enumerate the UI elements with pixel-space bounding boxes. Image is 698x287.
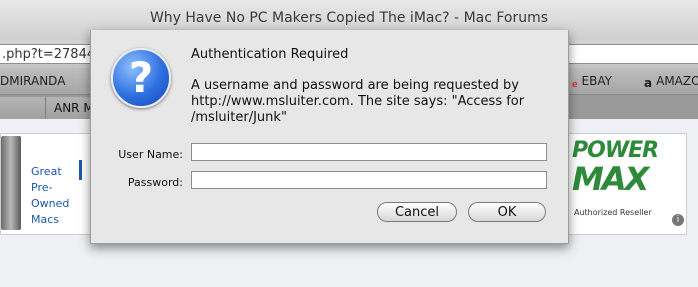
bookmark-ebay[interactable]: e EBAY <box>572 74 612 92</box>
username-label: User Name: <box>118 148 183 161</box>
amazon-icon: a <box>644 76 653 90</box>
reseller-text: Authorized Reseller <box>574 208 652 217</box>
password-field[interactable] <box>191 171 547 189</box>
ebay-icon: e <box>572 80 578 90</box>
divider <box>79 160 82 180</box>
dialog-title: Authentication Required <box>191 47 349 62</box>
ok-button[interactable]: OK <box>468 202 546 222</box>
bookmark-amazon[interactable]: a AMAZO <box>644 74 698 90</box>
promo-line: Great <box>31 165 62 178</box>
bookmark-label: AMAZO <box>656 74 698 88</box>
brand-bottom: MAX <box>572 160 649 198</box>
username-field[interactable] <box>191 143 547 161</box>
window-title: Why Have No PC Makers Copied The iMac? -… <box>149 10 549 26</box>
question-icon: ? <box>111 48 171 108</box>
powermax-advert[interactable]: POWER MAX Authorized Reseller i <box>565 133 687 235</box>
bookmark-item[interactable]: DMIRANDA <box>0 74 65 88</box>
info-icon[interactable]: i <box>672 214 684 226</box>
auth-dialog: ? Authentication Required A username and… <box>90 30 569 244</box>
bookmark-label: DMIRANDA <box>0 74 66 88</box>
left-advert[interactable]: Great Pre-Owned Macs <box>0 133 92 235</box>
dialog-message: A username and password are being reques… <box>191 78 525 125</box>
search-field[interactable] <box>568 44 698 64</box>
promo-line: Pre-Owned <box>31 181 70 210</box>
password-label: Password: <box>127 176 183 189</box>
tab-label: ANR M <box>54 101 94 115</box>
promo-line: Macs <box>31 213 60 226</box>
tab-item[interactable]: ANR M <box>45 97 95 119</box>
cancel-button[interactable]: Cancel <box>377 202 457 222</box>
mac-pro-image <box>1 136 21 230</box>
bookmark-label: EBAY <box>581 74 612 88</box>
promo-text: Great Pre-Owned Macs <box>31 164 91 228</box>
